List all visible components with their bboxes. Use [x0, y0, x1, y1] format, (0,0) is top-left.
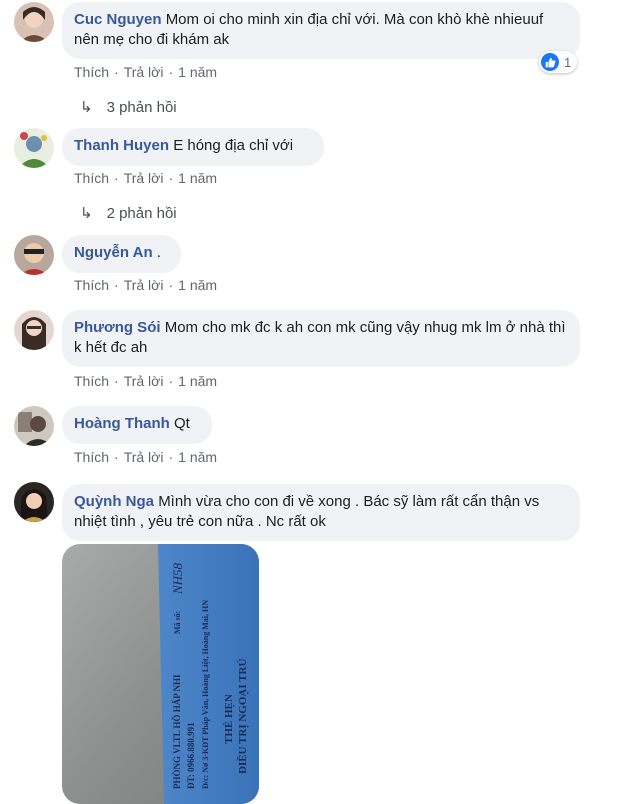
separator: ·	[168, 64, 174, 80]
comment-bubble: Quỳnh Nga Mình vừa cho con đi về xong . …	[62, 484, 580, 541]
reply-link[interactable]: Trả lời	[124, 373, 164, 389]
card-code-label: Mã số:	[173, 611, 182, 634]
reaction-badge[interactable]: 1	[539, 51, 578, 73]
comment-actions: Thích · Trả lời · 1 năm	[74, 170, 217, 186]
separator: ·	[114, 64, 119, 80]
timestamp[interactable]: 1 năm	[178, 373, 217, 389]
avatar-image	[14, 128, 54, 168]
separator: ·	[114, 277, 119, 293]
comment-text: E hóng địa chỉ với	[173, 137, 294, 154]
comment-actions: Thích · Trả lời · 1 năm	[74, 373, 217, 389]
separator: ·	[114, 170, 119, 186]
avatar[interactable]	[14, 310, 54, 350]
appointment-card-photo: PHÒNG VLTL HỒ HẤP NHI ĐT: 0966.880.991 Đ…	[62, 544, 259, 804]
reply-link[interactable]: Trả lời	[124, 170, 164, 186]
reply-arrow-icon: ↳	[80, 205, 93, 222]
avatar[interactable]	[14, 235, 54, 275]
separator: ·	[114, 373, 119, 389]
card-line-5: ĐIỀU TRỊ NGOẠI TRÚ	[236, 659, 249, 774]
avatar[interactable]	[14, 128, 54, 168]
comment-actions: Thích · Trả lời · 1 năm	[74, 277, 217, 293]
reply-link[interactable]: Trả lời	[124, 64, 164, 80]
comment-text: .	[156, 244, 161, 261]
like-icon	[541, 53, 559, 71]
separator: ·	[168, 373, 174, 389]
reply-link[interactable]: Trả lời	[124, 449, 164, 465]
separator: ·	[168, 277, 174, 293]
avatar-image	[14, 406, 54, 446]
like-link[interactable]: Thích	[74, 449, 109, 465]
timestamp[interactable]: 1 năm	[178, 277, 217, 293]
avatar-image	[14, 310, 54, 350]
timestamp[interactable]: 1 năm	[178, 170, 217, 186]
card-line-3: Đ/c: Nơ 3-KĐT Pháp Vân, Hoàng Liệt, Hoàn…	[201, 600, 210, 789]
like-link[interactable]: Thích	[74, 373, 109, 389]
comment-bubble: Nguyễn An .	[62, 235, 181, 273]
author-name[interactable]: Nguyễn An	[74, 244, 153, 261]
view-replies-link[interactable]: ↳ 3 phản hồi	[80, 98, 177, 116]
comment-bubble: Thanh Huyen E hóng địa chỉ với	[62, 128, 324, 166]
comment-actions: Thích · Trả lời · 1 năm	[74, 449, 217, 465]
comment-actions: Thích · Trả lời · 1 năm	[74, 64, 217, 80]
separator: ·	[168, 449, 174, 465]
like-link[interactable]: Thích	[74, 170, 109, 186]
card-line-2: ĐT: 0966.880.991	[186, 722, 196, 789]
replies-count: 3 phản hồi	[106, 99, 177, 116]
author-name[interactable]: Phương Sói	[74, 319, 161, 336]
reaction-count: 1	[564, 54, 572, 70]
avatar[interactable]	[14, 482, 54, 522]
author-name[interactable]: Quỳnh Nga	[74, 493, 154, 510]
comment-bubble: Cuc Nguyen Mom oi cho minh xin địa chỉ v…	[62, 2, 580, 59]
comment-bubble: Hoàng Thanh Qt	[62, 406, 212, 444]
like-link[interactable]: Thích	[74, 277, 109, 293]
comment-photo[interactable]: PHÒNG VLTL HỒ HẤP NHI ĐT: 0966.880.991 Đ…	[62, 544, 259, 804]
author-name[interactable]: Thanh Huyen	[74, 137, 169, 154]
author-name[interactable]: Hoàng Thanh	[74, 415, 170, 432]
comment-text: Qt	[174, 415, 190, 432]
timestamp[interactable]: 1 năm	[178, 449, 217, 465]
timestamp[interactable]: 1 năm	[178, 64, 217, 80]
reply-link[interactable]: Trả lời	[124, 277, 164, 293]
avatar-image	[14, 2, 54, 42]
card-line-1: PHÒNG VLTL HỒ HẤP NHI	[172, 674, 182, 789]
card-code-value: NH58	[170, 562, 185, 595]
replies-count: 2 phản hồi	[106, 205, 177, 222]
view-replies-link[interactable]: ↳ 2 phản hồi	[80, 204, 177, 222]
card-line-4: THẺ HẸN	[223, 694, 235, 744]
avatar-image	[14, 482, 54, 522]
comment-bubble: Phương Sói Mom cho mk đc k ah con mk cũn…	[62, 310, 580, 367]
avatar-image	[14, 235, 54, 275]
reply-arrow-icon: ↳	[80, 99, 93, 116]
like-link[interactable]: Thích	[74, 64, 109, 80]
separator: ·	[114, 449, 119, 465]
avatar[interactable]	[14, 406, 54, 446]
author-name[interactable]: Cuc Nguyen	[74, 11, 162, 28]
avatar[interactable]	[14, 2, 54, 42]
separator: ·	[168, 170, 174, 186]
